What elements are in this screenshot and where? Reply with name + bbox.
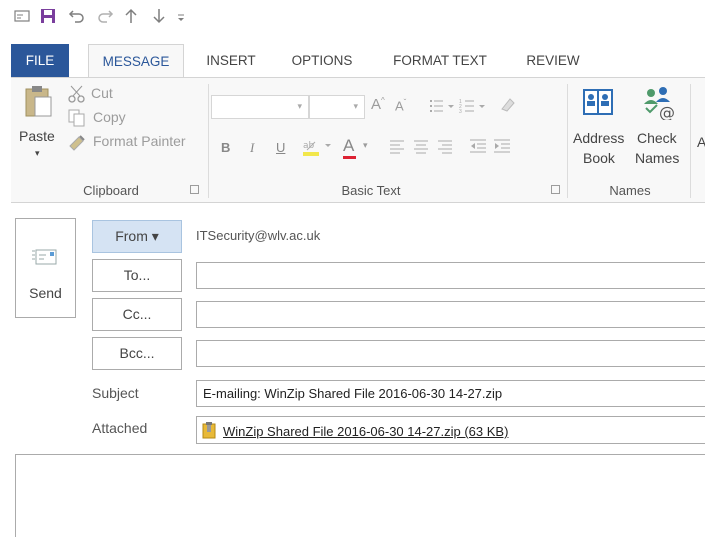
highlight-icon[interactable]: ab [301, 136, 335, 161]
italic-button[interactable]: I [250, 140, 254, 156]
clear-formatting-icon[interactable] [499, 96, 517, 117]
cut-button[interactable]: Cut [91, 85, 113, 101]
check-names-label-1: Check [637, 130, 677, 146]
cc-button[interactable]: Cc... [92, 298, 182, 331]
clipboard-launcher-icon[interactable] [190, 185, 199, 194]
numbering-icon[interactable]: 123 [459, 98, 489, 117]
copy-button[interactable]: Copy [93, 109, 126, 125]
format-painter-button[interactable]: Format Painter [93, 133, 186, 149]
attachments-field: WinZip Shared File 2016-06-30 14-27.zip … [196, 416, 705, 444]
tab-insert[interactable]: INSERT [196, 44, 266, 78]
tab-options[interactable]: OPTIONS [280, 44, 364, 78]
font-color-dropdown-icon[interactable]: ▾ [363, 140, 368, 151]
basic-text-launcher-icon[interactable] [551, 185, 560, 194]
group-divider [567, 84, 568, 198]
check-names-icon: @ [644, 87, 675, 120]
align-right-icon[interactable] [437, 138, 453, 157]
paste-label: Paste [19, 128, 55, 144]
zip-file-icon [202, 422, 216, 439]
cut-icon [67, 84, 87, 107]
decrease-indent-icon[interactable] [469, 138, 487, 157]
svg-text:3: 3 [459, 109, 462, 114]
address-book-button[interactable]: Address Book [569, 82, 631, 176]
address-book-icon [583, 89, 613, 115]
up-arrow-icon[interactable] [124, 8, 138, 30]
tab-message[interactable]: MESSAGE [88, 44, 184, 78]
bold-button[interactable]: B [221, 140, 230, 155]
subject-value: E-mailing: WinZip Shared File 2016-06-30… [203, 386, 503, 401]
shrink-font-icon[interactable]: Aˇ [395, 98, 406, 113]
names-group-label: Names [609, 183, 651, 198]
align-left-icon[interactable] [389, 138, 405, 157]
from-value: ITSecurity@wlv.ac.uk [196, 228, 321, 243]
address-book-label-2: Book [583, 150, 615, 166]
check-names-label-2: Names [635, 150, 680, 166]
send-label: Send [29, 285, 62, 301]
subject-field[interactable]: E-mailing: WinZip Shared File 2016-06-30… [196, 380, 705, 407]
customize-icon[interactable] [176, 8, 186, 30]
attached-label: Attached [92, 420, 148, 436]
send-button[interactable]: Send [15, 218, 76, 318]
redo-icon[interactable] [96, 8, 114, 30]
mail-icon[interactable] [14, 8, 30, 30]
ribbon-tabs: FILE MESSAGE INSERT OPTIONS FORMAT TEXT … [0, 44, 705, 78]
tab-review[interactable]: REVIEW [514, 44, 592, 78]
cc-field[interactable] [196, 301, 705, 328]
undo-icon[interactable] [68, 8, 86, 30]
bullets-icon[interactable] [429, 98, 457, 117]
tab-file[interactable]: FILE [11, 44, 69, 78]
to-field[interactable] [196, 262, 705, 289]
paste-dropdown-icon[interactable]: ▾ [35, 148, 40, 159]
clipboard-group-label: Clipboard [83, 183, 139, 198]
send-icon [32, 249, 57, 265]
ribbon: Paste ▾ Cut Copy Format Painter Clipboar… [11, 77, 705, 203]
address-book-label-1: Address [573, 130, 625, 146]
align-center-icon[interactable] [413, 138, 429, 157]
paste-button[interactable]: Paste ▾ [15, 82, 59, 172]
attachment-link[interactable]: WinZip Shared File 2016-06-30 14-27.zip … [223, 424, 508, 439]
svg-text:ab: ab [303, 141, 315, 151]
bcc-button[interactable]: Bcc... [92, 337, 182, 370]
tab-format-text[interactable]: FORMAT TEXT [380, 44, 500, 78]
overflow-button[interactable]: A [697, 134, 705, 150]
quick-access-toolbar [0, 0, 705, 40]
underline-button[interactable]: U [276, 140, 285, 155]
format-painter-icon [67, 132, 89, 155]
copy-icon [67, 108, 87, 131]
font-size-combo[interactable]: ▾ [309, 95, 365, 119]
font-color-button[interactable]: A [343, 136, 354, 156]
save-icon[interactable] [40, 8, 56, 30]
font-name-combo[interactable]: ▾ [211, 95, 309, 119]
group-divider [208, 84, 209, 198]
grow-font-icon[interactable]: A^ [371, 96, 385, 113]
bcc-field[interactable] [196, 340, 705, 367]
paste-icon [25, 86, 52, 117]
group-divider [690, 84, 691, 198]
down-arrow-icon[interactable] [152, 8, 166, 30]
subject-label: Subject [92, 385, 139, 401]
basic-text-group-label: Basic Text [341, 183, 401, 198]
message-body[interactable] [15, 454, 705, 537]
increase-indent-icon[interactable] [493, 138, 511, 157]
svg-text:@: @ [659, 103, 675, 120]
check-names-button[interactable]: @ Check Names [631, 82, 687, 176]
font-color-swatch [343, 156, 356, 159]
from-button[interactable]: From ▾ [92, 220, 182, 253]
to-button[interactable]: To... [92, 259, 182, 292]
